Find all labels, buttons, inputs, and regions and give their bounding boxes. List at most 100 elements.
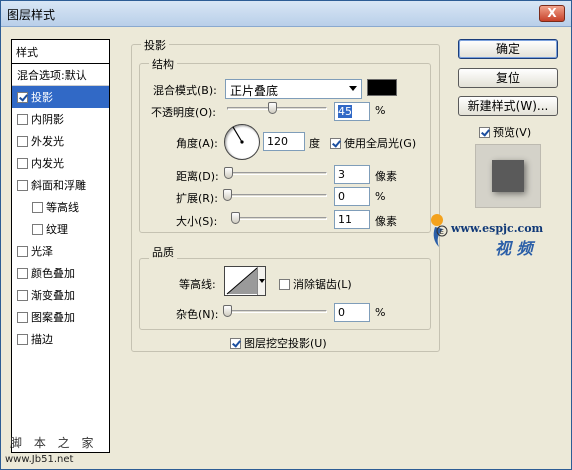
style-checkbox[interactable] xyxy=(17,92,28,103)
distance-slider-thumb[interactable] xyxy=(224,167,233,179)
style-checkbox[interactable] xyxy=(32,224,43,235)
title-bar[interactable]: 图层样式 X xyxy=(1,1,571,27)
styles-items: 混合选项:默认投影内阴影 外发光内发光斜面和浮雕 等高线 纹理 光泽颜色叠加渐变叠加图案… xyxy=(12,64,109,350)
noise-slider-thumb[interactable] xyxy=(223,305,232,317)
spread-slider-thumb[interactable] xyxy=(223,189,232,201)
quality-title: 品质 xyxy=(149,244,177,260)
noise-input[interactable]: 0 xyxy=(334,303,370,322)
size-unit: 像素 xyxy=(375,215,397,228)
spread-input[interactable]: 0 xyxy=(334,187,370,206)
opacity-label: 不透明度(O): xyxy=(151,106,216,119)
style-list-item[interactable]: 渐变叠加 xyxy=(12,284,109,306)
style-list-item-label: 颜色叠加 xyxy=(31,267,75,280)
style-checkbox[interactable] xyxy=(17,180,28,191)
contour-dropdown-arrow-icon[interactable] xyxy=(257,267,265,295)
size-slider-thumb[interactable] xyxy=(231,212,241,224)
distance-slider[interactable] xyxy=(224,167,327,179)
angle-input[interactable]: 120 xyxy=(263,132,305,151)
style-checkbox[interactable] xyxy=(17,136,28,147)
global-light-option[interactable]: 使用全局光(G) xyxy=(330,135,416,151)
drop-shadow-title: 投影 xyxy=(141,37,169,53)
style-list-item[interactable]: 颜色叠加 xyxy=(12,262,109,284)
distance-input[interactable]: 3 xyxy=(334,165,370,184)
espjc-logo-url: www.espjc.com xyxy=(451,222,544,235)
style-checkbox[interactable] xyxy=(17,268,28,279)
opacity-unit: % xyxy=(375,104,386,117)
global-light-label: 使用全局光(G) xyxy=(344,137,417,150)
preview-option[interactable]: 预览(V) xyxy=(479,124,531,140)
style-checkbox[interactable] xyxy=(32,202,43,213)
noise-value: 0 xyxy=(338,306,345,319)
style-list-item[interactable]: 外发光 xyxy=(12,130,109,152)
opacity-slider-track xyxy=(227,107,327,110)
size-label: 大小(S): xyxy=(176,215,218,228)
style-list-item[interactable]: 斜面和浮雕 xyxy=(12,174,109,196)
anti-alias-checkbox[interactable] xyxy=(279,279,290,290)
preview-checkbox[interactable] xyxy=(479,127,490,138)
style-list-item[interactable]: 光泽 xyxy=(12,240,109,262)
knockout-option[interactable]: 图层挖空投影(U) xyxy=(230,335,327,351)
style-checkbox[interactable] xyxy=(17,312,28,323)
shadow-color-swatch[interactable] xyxy=(367,79,397,96)
spread-label: 扩展(R): xyxy=(176,192,218,205)
contour-curve-icon xyxy=(226,267,258,295)
style-list-item-label: 图案叠加 xyxy=(31,311,75,324)
style-list-item-label: 投影 xyxy=(31,91,53,104)
site-url-watermark: www.Jb51.net xyxy=(5,454,74,465)
opacity-slider[interactable] xyxy=(227,102,327,114)
noise-unit: % xyxy=(375,306,386,319)
svg-text:E: E xyxy=(440,228,444,236)
new-style-button[interactable]: 新建样式(W)... xyxy=(458,96,558,116)
knockout-checkbox[interactable] xyxy=(230,338,241,349)
style-list-item[interactable]: 内发光 xyxy=(12,152,109,174)
noise-slider[interactable] xyxy=(223,305,327,317)
preview-square xyxy=(492,160,524,192)
blend-mode-select[interactable]: 正片叠底 xyxy=(225,79,362,99)
global-light-checkbox[interactable] xyxy=(330,138,341,149)
angle-dial[interactable] xyxy=(224,124,260,160)
opacity-input[interactable]: 45 xyxy=(334,102,370,121)
style-list-item-label: 描边 xyxy=(31,333,53,346)
style-list-item[interactable]: 描边 xyxy=(12,328,109,350)
style-list-item[interactable]: 图案叠加 xyxy=(12,306,109,328)
size-value: 11 xyxy=(338,213,352,226)
angle-label: 角度(A): xyxy=(176,137,218,150)
anti-alias-label: 消除锯齿(L) xyxy=(293,278,352,291)
anti-alias-option[interactable]: 消除锯齿(L) xyxy=(279,276,352,292)
distance-unit: 像素 xyxy=(375,170,397,183)
close-button[interactable]: X xyxy=(539,5,565,22)
angle-value: 120 xyxy=(267,135,288,148)
structure-title: 结构 xyxy=(149,56,177,72)
style-checkbox[interactable] xyxy=(17,334,28,345)
style-list-item[interactable]: 投影 xyxy=(12,86,109,108)
style-list-item[interactable]: 混合选项:默认 xyxy=(12,64,109,86)
spread-value: 0 xyxy=(338,190,345,203)
reset-button[interactable]: 复位 xyxy=(458,68,558,88)
contour-label: 等高线: xyxy=(179,278,216,291)
chevron-down-icon xyxy=(349,86,357,91)
ok-button[interactable]: 确定 xyxy=(458,39,558,59)
style-list-item-label: 内发光 xyxy=(31,157,64,170)
style-checkbox[interactable] xyxy=(17,290,28,301)
blend-mode-label: 混合模式(B): xyxy=(153,84,217,97)
style-checkbox[interactable] xyxy=(17,114,28,125)
opacity-slider-thumb[interactable] xyxy=(268,102,277,114)
style-list-item[interactable]: 纹理 xyxy=(12,218,109,240)
preview-label: 预览(V) xyxy=(493,126,532,139)
styles-list: 样式 混合选项:默认 投影 内阴影 外发光 内发光 斜面和浮雕 等高线 纹理 光泽 颜色叠加 渐变叠… xyxy=(11,39,110,453)
contour-picker[interactable] xyxy=(224,266,266,296)
angle-unit: 度 xyxy=(309,137,320,150)
knockout-label: 图层挖空投影(U) xyxy=(244,337,327,350)
style-list-item[interactable]: 内阴影 xyxy=(12,108,109,130)
style-checkbox[interactable] xyxy=(17,158,28,169)
window-title: 图层样式 xyxy=(7,8,56,22)
style-list-item[interactable]: 等高线 xyxy=(12,196,109,218)
spread-slider[interactable] xyxy=(223,189,327,201)
spread-unit: % xyxy=(375,190,386,203)
size-input[interactable]: 11 xyxy=(334,210,370,229)
style-checkbox[interactable] xyxy=(17,246,28,257)
opacity-value: 45 xyxy=(338,105,352,118)
noise-slider-track xyxy=(227,310,327,313)
espjc-logo-text: 视 频 xyxy=(495,239,533,258)
size-slider[interactable] xyxy=(231,212,327,224)
